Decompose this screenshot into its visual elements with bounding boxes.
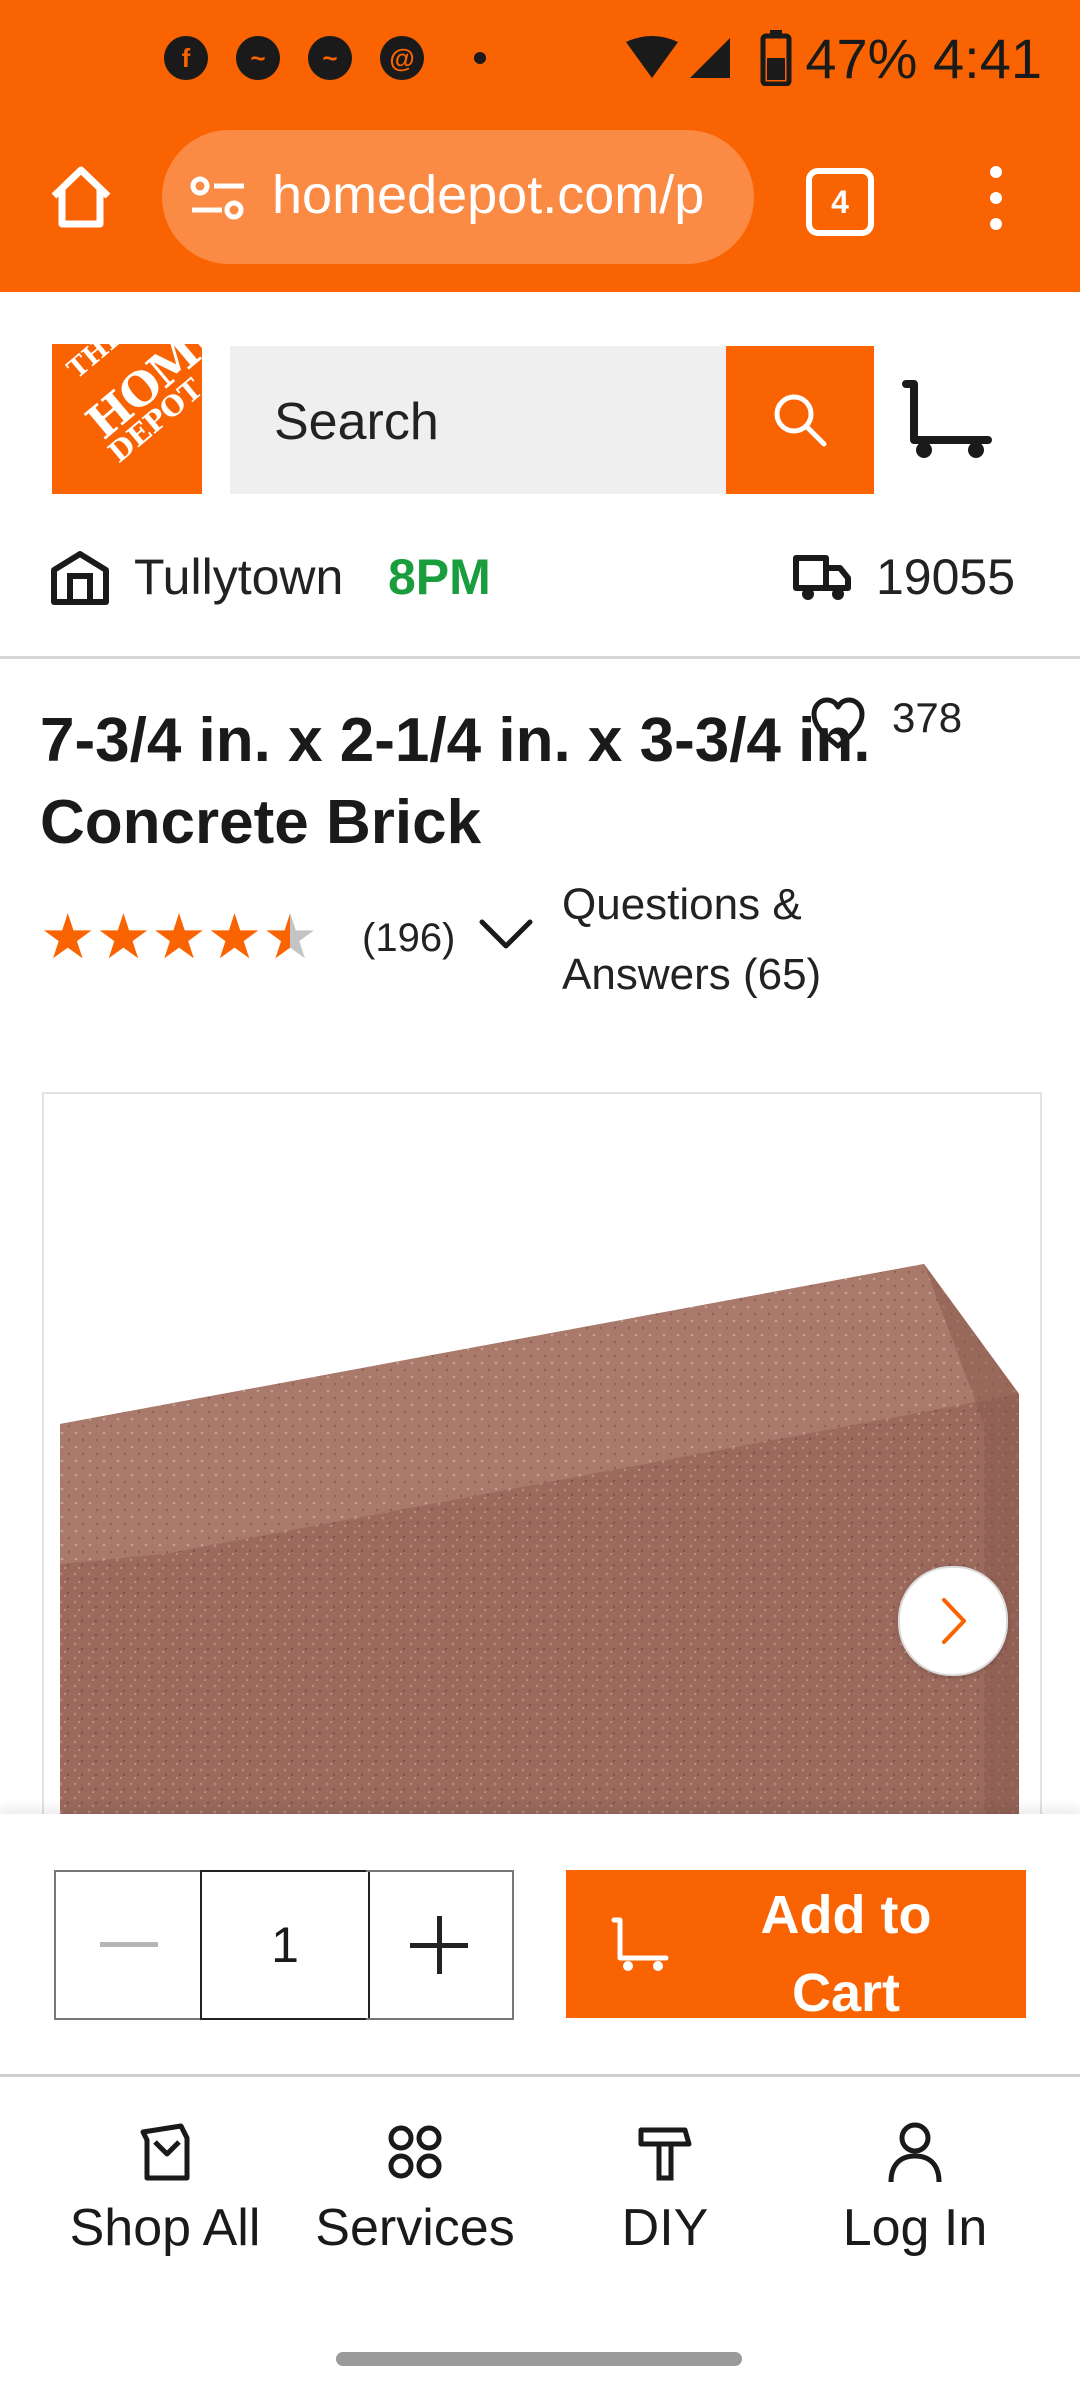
home-icon[interactable] xyxy=(48,164,114,230)
add-to-cart-button[interactable]: Add to Cart xyxy=(566,1870,1026,2023)
facebook-icon: f xyxy=(164,36,208,80)
search-input[interactable]: Search xyxy=(230,346,726,494)
quantity-field[interactable]: 1 xyxy=(200,1870,370,2020)
quantity-decrease-button[interactable] xyxy=(54,1870,202,2020)
star-icon: ★ xyxy=(151,903,207,972)
services-icon xyxy=(388,2125,442,2179)
gesture-home-indicator[interactable] xyxy=(336,2352,742,2366)
divider xyxy=(0,656,1080,659)
cart-icon[interactable] xyxy=(900,378,996,462)
shop-all-icon xyxy=(140,2123,190,2181)
chevron-right-icon xyxy=(942,1598,966,1644)
nav-diy[interactable]: DIY xyxy=(530,2120,800,2280)
tab-switcher-button[interactable]: 4 xyxy=(806,168,874,236)
site-settings-icon[interactable] xyxy=(190,174,246,222)
nav-services[interactable]: Services xyxy=(280,2120,550,2280)
browser-menu-icon[interactable] xyxy=(990,166,1002,230)
questions-answers-link[interactable]: Questions & Answers (65) xyxy=(562,870,862,1010)
store-row[interactable]: Tullytown 8PM 19055 xyxy=(0,540,1080,620)
product-title: 7-3/4 in. x 2-1/4 in. x 3-3/4 in. Concre… xyxy=(40,706,871,857)
nav-log-in[interactable]: Log In xyxy=(780,2120,1050,2280)
messenger-icon: ~ xyxy=(236,36,280,80)
url-text[interactable]: homedepot.com/p xyxy=(272,164,732,226)
battery-icon xyxy=(760,30,792,86)
product-image[interactable] xyxy=(42,1092,1042,1816)
delivery-truck-icon xyxy=(793,555,851,600)
nav-shop-all[interactable]: Shop All xyxy=(30,2120,300,2280)
search-button[interactable] xyxy=(726,346,874,494)
url-bar[interactable]: homedepot.com/p xyxy=(162,130,754,264)
cart-icon xyxy=(611,1917,669,1971)
messenger-icon: ~ xyxy=(308,36,352,80)
star-icon: ★ xyxy=(206,903,263,972)
store-hours: 8PM xyxy=(388,549,491,605)
divider xyxy=(0,2074,1080,2077)
brick-image xyxy=(60,1264,1019,1814)
star-icon: ★ xyxy=(95,903,152,972)
status-text: 47% 4:41 xyxy=(805,27,1042,90)
plus-icon xyxy=(410,1916,468,1974)
store-name[interactable]: Tullytown xyxy=(134,548,343,606)
minus-icon xyxy=(100,1942,158,1947)
diy-icon xyxy=(638,2127,692,2181)
review-count[interactable]: (196) xyxy=(362,916,455,961)
store-icon xyxy=(51,551,109,605)
star-icon: ★ xyxy=(40,903,96,972)
person-icon xyxy=(888,2122,942,2183)
half-star-icon: ★ xyxy=(262,903,318,972)
status-bar: f ~ ~ @ 47% 4:41 xyxy=(0,22,1080,94)
quantity-increase-button[interactable] xyxy=(366,1870,514,2020)
delivery-zip[interactable]: 19055 xyxy=(876,548,1015,606)
search-icon xyxy=(774,394,827,447)
home-depot-logo[interactable]: THE HOME DEPOT xyxy=(52,304,234,494)
threads-icon: @ xyxy=(380,36,424,80)
next-image-button[interactable] xyxy=(898,1566,1008,1676)
add-to-cart-label: Add to Cart xyxy=(760,1885,932,2023)
favorite-heart-icon[interactable] xyxy=(810,696,866,752)
more-notifications-dot xyxy=(474,52,486,64)
chevron-down-icon[interactable] xyxy=(478,914,534,954)
signal-icons xyxy=(626,36,730,78)
rating-stars[interactable]: ★★★★★ xyxy=(40,903,318,972)
favorites-count: 378 xyxy=(892,694,963,741)
